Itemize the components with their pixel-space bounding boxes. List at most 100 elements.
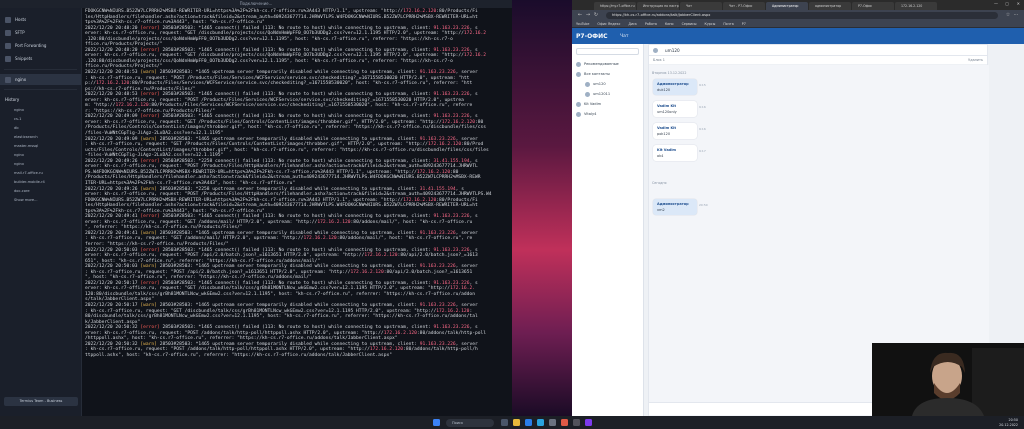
start-icon[interactable] [432, 419, 440, 426]
contacts-panel: Рекомендованные Все контакты um120 um12011 K… [572, 44, 644, 416]
telegram-icon[interactable] [536, 419, 544, 426]
forward-icon[interactable]: → [584, 12, 592, 18]
contact-item[interactable]: Рекомендованные [572, 59, 643, 69]
history-item[interactable]: cs-1 [0, 114, 81, 123]
terminal-icon [5, 76, 11, 83]
history-item[interactable]: elasticsearch [0, 132, 81, 141]
minimize-icon[interactable]: — [994, 1, 998, 6]
bookmark-item[interactable]: Почта [723, 22, 733, 26]
contact-search-input[interactable] [576, 48, 639, 55]
log-text: :80/api/2.0/batch.json?_=1613651 [383, 269, 473, 275]
log-text: les/HttpHandlers/filehandler.ashx?action… [85, 203, 478, 209]
history-item[interactable]: db [0, 123, 81, 132]
terminal-output[interactable]: FDOKGCNW%NIURS.B52ZW7LCPRRH2%MSBX-REWRIT… [82, 8, 512, 416]
url-input[interactable]: https://kh-cs.r7-office.ru/addons/talk/J… [606, 11, 998, 19]
browser-tab[interactable]: https://my.r7-office.ru [594, 2, 636, 10]
message-text: ok4 [657, 154, 664, 158]
history-item[interactable]: mail.r7-office.ru [0, 168, 81, 177]
contact-item[interactable]: um12011 [572, 89, 643, 99]
browser-tab[interactable]: Инструкция по настр... [637, 2, 679, 10]
bookmark-item[interactable]: Диск [628, 22, 637, 26]
message-time: 9:15 [699, 83, 706, 87]
chrome-icon[interactable] [560, 419, 568, 426]
log-text: 2022/12/20 20:48:53 [85, 92, 141, 98]
bookmark-item[interactable]: Офис Яндекс [597, 22, 620, 26]
maximize-icon[interactable]: ▢ [1005, 1, 1009, 6]
clock-date: 20.12.2022 [999, 422, 1018, 427]
bookmark-item[interactable]: YouTube [576, 22, 589, 26]
contact-name: Рекомендованные [584, 62, 619, 66]
history-item[interactable]: master-mssql [0, 141, 81, 150]
browser-tab[interactable]: Чат [680, 2, 722, 10]
task-view-icon[interactable] [500, 419, 508, 426]
star-icon[interactable]: ☆ [1004, 12, 1012, 18]
history-label: History [5, 97, 20, 102]
log-ip: 172.16.2.120 [364, 253, 398, 259]
log-text: 2022/12/20 20:49:09 [85, 136, 141, 142]
history-item[interactable]: nginx [0, 105, 81, 114]
log-ip: 91.163.23.226 [433, 92, 470, 98]
message-bubble[interactable]: Vadim Kit um120only [653, 101, 697, 117]
history-item[interactable]: builder-mobile-r4 [0, 177, 81, 186]
app-logo[interactable]: Р7-ОФИС [576, 33, 620, 40]
message-bubble[interactable]: Администратор duk120 [653, 79, 697, 95]
log-text: ffice.ru/Products/Projects/" [85, 64, 163, 70]
log-text: 28503#28503: *1465 connect() failed (113… [159, 25, 434, 31]
show-more-link[interactable]: Show more... [0, 195, 81, 204]
history-item[interactable]: nginx [0, 159, 81, 168]
contact-item[interactable]: Kit Vadim [572, 99, 643, 109]
sidebar-item-port-forwarding[interactable]: Port Forwarding [0, 39, 81, 52]
browser-tab[interactable]: 172.16.2.120 [895, 2, 937, 10]
browser-icon[interactable] [524, 419, 532, 426]
menu-icon[interactable]: ⋯ [1012, 12, 1020, 18]
terminal-app-icon[interactable] [548, 419, 556, 426]
obs-icon[interactable] [572, 419, 580, 426]
log-text: k/JabberClient.aspx" [85, 319, 141, 325]
contact-avatar [576, 61, 581, 67]
conversation-header: um120 [649, 45, 987, 56]
log-text: 28503#28503: *1465 connect() failed (113… [159, 114, 434, 120]
contact-item[interactable]: Vitaly4 [572, 109, 643, 119]
log-text: 2022/12/20 20:48:53 [85, 70, 141, 76]
reload-icon[interactable]: ↻ [592, 12, 600, 18]
message-bubble[interactable]: Администратор vm2 [653, 199, 697, 215]
log-text: 2022/12/20 20:49:41 [85, 214, 141, 220]
contact-item[interactable]: um120 [572, 79, 643, 89]
log-text: erver: kh-cs.r7-office.ru, request: "POS… [85, 164, 478, 170]
message-time: 9:16 [699, 127, 706, 131]
clock[interactable]: 20:50 20.12.2022 [999, 418, 1018, 427]
plan-badge[interactable]: Termius Team - Business [4, 397, 78, 406]
sidebar-item-hosts[interactable]: Hosts [0, 13, 81, 26]
log-text: erver: kh-cs.r7-office.ru, request: "POS… [85, 330, 384, 336]
streamer-image [872, 343, 1024, 416]
sidebar-item-snippets[interactable]: Snippets [0, 52, 81, 65]
bookmark-item[interactable]: Р7 [742, 22, 746, 26]
taskbar-search[interactable]: Поиск [446, 418, 494, 427]
message-bubble[interactable]: Vadim Kit pok120 [653, 123, 697, 139]
history-item[interactable]: doc-core [0, 186, 81, 195]
current-host[interactable]: nginx [0, 74, 81, 85]
log-ip: 91.163.23.226 [419, 264, 456, 270]
browser-tab[interactable]: Администратор [766, 2, 808, 10]
delete-button[interactable]: Удалить [968, 58, 983, 62]
app-icon[interactable] [584, 419, 592, 426]
desktop-wallpaper [512, 0, 572, 416]
bookmark-item[interactable]: Курсы [705, 22, 716, 26]
explorer-icon[interactable] [512, 419, 520, 426]
divider [4, 89, 77, 90]
browser-tab[interactable]: Чат - Р7-Офис [723, 2, 765, 10]
sidebar-item-sftp[interactable]: SFTP [0, 26, 81, 39]
bookmark-item[interactable]: Работа [645, 22, 657, 26]
message-text: duk120 [657, 88, 671, 92]
contact-name: um120 [593, 82, 606, 86]
bookmark-item[interactable]: Сервисы [682, 22, 697, 26]
history-item[interactable]: nginx [0, 150, 81, 159]
back-icon[interactable]: ← [576, 12, 584, 18]
contact-item[interactable]: Все контакты [572, 69, 643, 79]
close-icon[interactable]: ✕ [1017, 1, 1020, 6]
browser-tab[interactable]: администратор [809, 2, 851, 10]
browser-tab[interactable]: Р7-Офис [852, 2, 894, 10]
message-bubble[interactable]: Kit Vadim ok4 [653, 145, 697, 161]
bookmark-item[interactable]: Кино [665, 22, 674, 26]
log-text: : kh-cs.r7-office.ru, request: "GET /dis… [85, 308, 437, 314]
